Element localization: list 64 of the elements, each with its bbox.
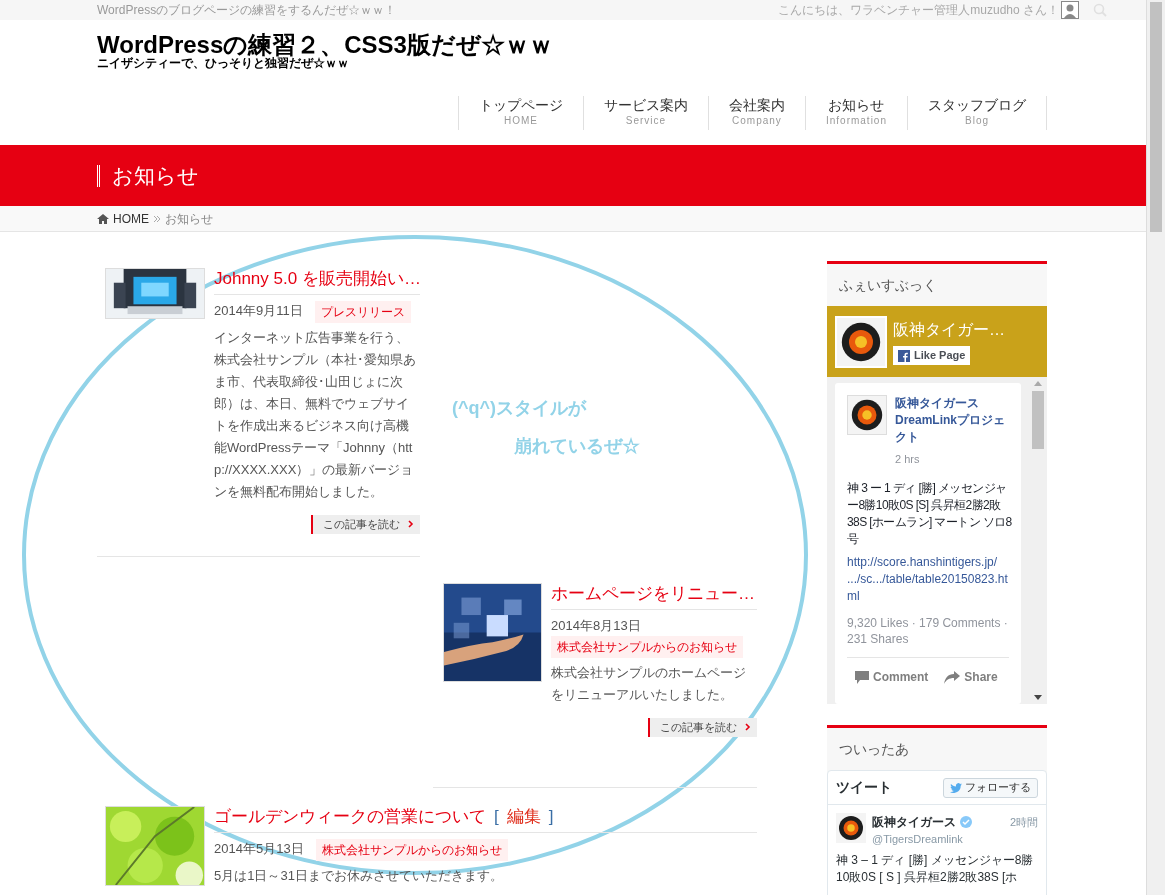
chevron-icon — [745, 723, 751, 732]
post-date: 2014年9月11日 — [214, 303, 303, 318]
read-more-button[interactable]: この記事を読む — [648, 718, 757, 737]
widget-heading: ふぇいすぶっく — [838, 275, 938, 295]
follow-button[interactable]: フォローする — [943, 777, 1038, 798]
read-more-button[interactable]: この記事を読む — [311, 515, 420, 534]
breadcrumb-link[interactable]: HOME — [113, 209, 149, 228]
nav-item[interactable]: サービス案内 Service — [582, 96, 709, 130]
article-title-link[interactable]: ゴールデンウィークの営業について — [214, 805, 486, 828]
post-date: 2014年5月13日 — [214, 840, 304, 856]
post-date: 2014年8月13日 — [551, 618, 641, 633]
breadcrumb-link[interactable]: お知らせ — [165, 209, 213, 228]
scroll-thumb[interactable] — [1032, 391, 1044, 449]
share-arrow-icon — [944, 670, 961, 684]
article-title-link[interactable]: Johnny 5.0 を販売開始い… — [214, 268, 421, 290]
title-bar-mark — [97, 164, 100, 187]
post-time: 2 hrs — [895, 453, 920, 465]
post-text: 神 3 ー 1 ディ [勝] メッセンジャー8勝10敗0S [S] 呉昇桓2勝2敗38S [ホームラン] マートン ソロ8号 — [847, 480, 1013, 548]
page-scrollbar[interactable] — [1146, 0, 1165, 895]
breadcrumb-separator-icon — [153, 214, 161, 223]
timeline-title: ツイート — [836, 778, 892, 797]
article-excerpt: インターネット広告事業を行う、株式会社サンプル（本社･愛知県あま市、代表取締役･山田じょに次郎）は、本日、無料でウェブサイトを作成出来るビジネス向け高機能WordPressテーマ「Johnny（http://XXXX.XXX）」の最新バージョンを無料配布開始しました。 — [214, 329, 417, 501]
post-link[interactable]: http://score.hanshintigers.jp/ .../sc.../table/table20150823.html — [847, 554, 1011, 605]
scroll-thumb[interactable] — [1150, 2, 1162, 232]
team-emblem-icon — [837, 317, 885, 366]
widget-heading: ついったあ — [838, 739, 910, 759]
page-title: お知らせ — [112, 162, 199, 189]
category-tag[interactable]: 株式会社サンプルからのお知らせ — [315, 838, 508, 861]
tweet-time: 2時間 — [1009, 814, 1038, 830]
post-stats: 9,320 Likes · 179 Comments · 231 Shares — [847, 615, 1009, 658]
bracket: [ — [494, 805, 499, 828]
share-button[interactable]: Share — [944, 668, 998, 686]
nav-item[interactable]: お知らせ Information — [804, 96, 908, 130]
team-emblem-icon — [848, 396, 886, 434]
category-tag[interactable]: 株式会社サンプルからのお知らせ — [551, 636, 743, 658]
article-excerpt: 株式会社サンプルのホームページをリニューアルいたしました。 — [551, 664, 747, 704]
speech-bubble-icon — [855, 670, 869, 684]
category-tag[interactable]: プレスリリース — [314, 301, 411, 323]
avatar-icon[interactable] — [1061, 1, 1079, 19]
greeting-text: こんにちは、ワラベンチャー管理人muzudho さん！ — [778, 2, 1059, 19]
like-page-button[interactable]: Like Page — [893, 346, 971, 365]
post-author-link[interactable]: 阪神タイガース DreamLinkプロジェクト — [895, 395, 1009, 446]
site-tagline: WordPressのブログページの練習をするんだぜ☆ｗｗ！ — [97, 2, 397, 19]
annotation-text: 崩れているぜ☆ — [514, 435, 640, 458]
nav-item[interactable]: 会社案内 Company — [707, 96, 806, 130]
comment-button[interactable]: Comment — [855, 668, 929, 686]
team-emblem-icon — [836, 813, 866, 843]
scroll-up-icon[interactable] — [1034, 381, 1042, 386]
article-title-link[interactable]: ホームページをリニュー… — [551, 583, 755, 605]
edit-link[interactable]: 編集 — [506, 805, 541, 828]
home-icon — [97, 213, 109, 224]
bracket: ] — [548, 805, 554, 828]
site-subtitle: ニイザシティーで、ひっそりと独習だぜ☆ｗｗ — [97, 57, 350, 69]
tweet-handle: @TigersDreamlink — [872, 832, 964, 847]
verified-badge-icon — [960, 816, 972, 828]
facebook-icon — [898, 349, 910, 362]
annotation-text: (^q^)スタイルが — [452, 397, 588, 420]
tweet-text: 神 3 – 1 ディ [勝] メッセンジャー8勝10敗0S [ S ] 呉昇桓2勝2敗38S [ホ — [836, 851, 1035, 886]
scroll-down-icon[interactable] — [1034, 695, 1042, 700]
nav-item[interactable]: トップページ HOME — [457, 96, 584, 130]
tweet-author[interactable]: 阪神タイガース — [872, 813, 956, 831]
nav-item[interactable]: スタッフブログ Blog — [907, 96, 1047, 130]
chevron-icon — [408, 520, 414, 529]
bird-icon — [950, 782, 962, 793]
